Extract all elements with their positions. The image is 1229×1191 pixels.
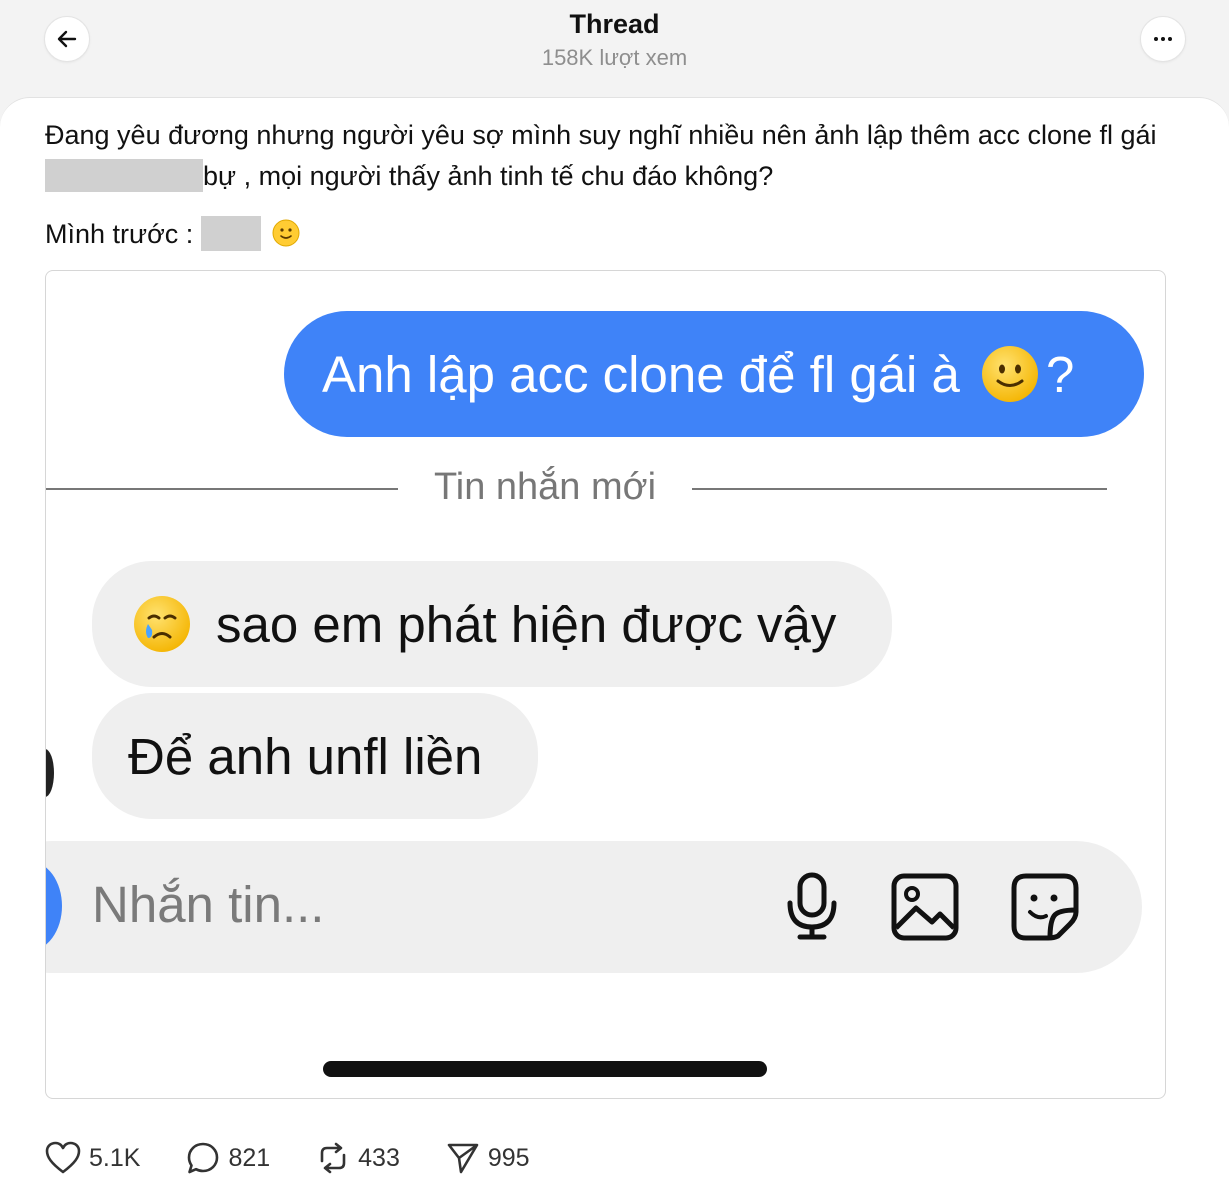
more-horizontal-icon: [1154, 37, 1172, 41]
like-count: 5.1K: [89, 1143, 141, 1172]
repost-icon: [320, 1142, 346, 1174]
slightly-smiling-face-icon: [272, 219, 300, 247]
slightly-smiling-face-icon: [981, 346, 1038, 402]
incoming-message-text: sao em phát hiện được vậy: [216, 595, 837, 653]
comment-button[interactable]: 821: [186, 1141, 270, 1175]
comment-count: 821: [228, 1143, 271, 1172]
microphone-icon: [776, 871, 848, 943]
outgoing-message-suffix: ?: [1045, 345, 1075, 403]
send-icon: [447, 1143, 479, 1174]
heart-icon: [45, 1141, 81, 1174]
incoming-message-bubble: sao em phát hiện được vậy: [92, 561, 892, 687]
divider-line-right: [692, 488, 1107, 490]
gallery-icon: [889, 871, 961, 943]
like-button[interactable]: 5.1K: [45, 1141, 140, 1175]
repost-count: 433: [358, 1143, 400, 1172]
outgoing-message-text: Anh lập acc clone để fl gái à: [322, 345, 960, 403]
redacted-block: [200, 215, 261, 251]
top-bar: Thread 158K lượt xem: [0, 0, 1229, 96]
new-messages-divider: Tin nhắn mới: [433, 466, 657, 508]
crying-face-icon: [134, 596, 190, 652]
incoming-message-text: Để anh unfl liền: [128, 727, 483, 785]
post-body: Đang yêu đương nhưng người yêu sợ mình s…: [45, 115, 1185, 197]
redacted-block: [45, 159, 203, 193]
home-indicator: [323, 1061, 767, 1077]
post-text-part1: Đang yêu đương nhưng người yêu sợ mình s…: [45, 120, 1157, 150]
repost-button[interactable]: 433: [316, 1141, 400, 1175]
page-title: Thread: [569, 9, 660, 39]
share-count: 995: [487, 1143, 530, 1172]
more-options-button[interactable]: [1140, 16, 1186, 62]
incoming-message-bubble: Để anh unfl liền: [92, 693, 538, 819]
view-count: 158K lượt xem: [541, 45, 688, 70]
message-input-placeholder: Nhắn tin...: [92, 876, 325, 933]
post-text-part2: bự , mọi người thấy ảnh tinh tế chu đáo …: [203, 161, 774, 191]
screenshot-image[interactable]: Anh lập acc clone để fl gái à ? Tin nhắn…: [45, 270, 1166, 1099]
outgoing-message-bubble: Anh lập acc clone để fl gái à ?: [284, 311, 1144, 437]
comment-icon: [188, 1142, 219, 1174]
avatar: [46, 749, 54, 797]
divider-line-left: [46, 488, 398, 490]
post-line2-prefix: Mình trước :: [45, 219, 194, 249]
action-bar: 5.1K 821 433 995: [45, 1138, 576, 1178]
sticker-icon: [1009, 871, 1081, 943]
post-line2: Mình trước :: [45, 214, 300, 255]
share-button[interactable]: 995: [446, 1141, 530, 1175]
